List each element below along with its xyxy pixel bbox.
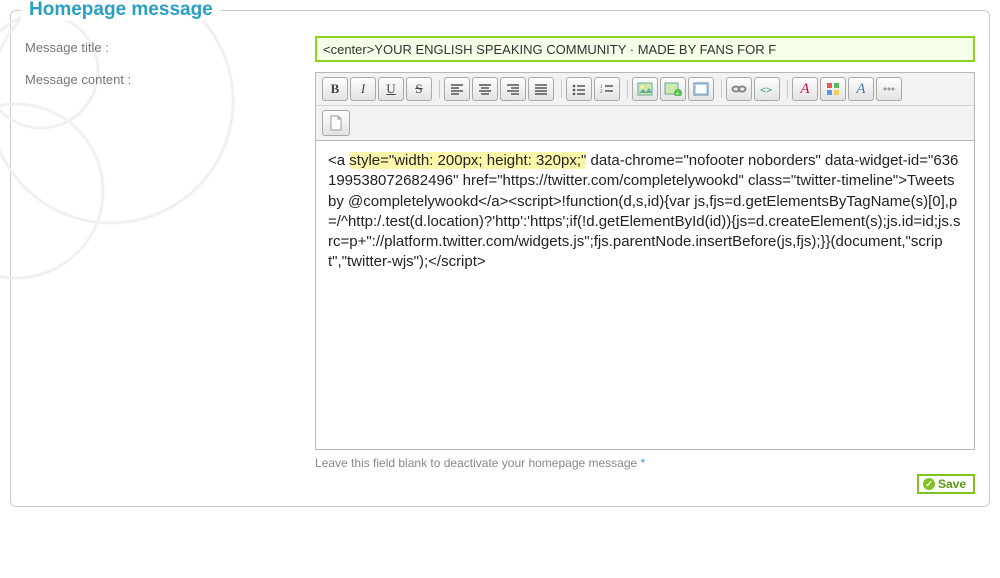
content-post: data-chrome="nofooter noborders" data-wi… <box>328 152 961 270</box>
underline-button[interactable]: U <box>378 77 404 101</box>
svg-text:2: 2 <box>600 90 603 95</box>
text-style-a-button[interactable]: A <box>792 77 818 101</box>
homepage-message-panel: Homepage message Message title : Message… <box>10 10 990 507</box>
bold-button[interactable]: B <box>322 77 348 101</box>
align-left-button[interactable] <box>444 77 470 101</box>
message-title-input[interactable] <box>315 36 975 62</box>
check-icon: ✓ <box>923 478 935 490</box>
ordered-list-button[interactable]: 12 <box>594 77 620 101</box>
align-center-button[interactable] <box>472 77 498 101</box>
editor-toolbar: B I U S <box>315 72 975 105</box>
svg-text:+: + <box>676 89 681 96</box>
label-title: Message title : <box>25 36 315 55</box>
editor-toolbar-secondary <box>315 105 975 140</box>
more-button[interactable] <box>876 77 902 101</box>
link-button[interactable] <box>726 77 752 101</box>
image-button[interactable] <box>632 77 658 101</box>
italic-button[interactable]: I <box>350 77 376 101</box>
save-button[interactable]: ✓ Save <box>917 474 975 494</box>
document-button[interactable] <box>322 110 350 136</box>
message-content-editor[interactable]: <a style="width: 200px; height: 320px;" … <box>315 140 975 450</box>
image-frame-button[interactable] <box>688 77 714 101</box>
text-style-b-button[interactable]: A <box>848 77 874 101</box>
content-highlight: style="width: 200px; height: 320px;" <box>349 152 586 169</box>
row-title: Message title : <box>25 36 975 62</box>
row-content: Message content : B I U S <box>25 68 975 494</box>
image-add-button[interactable]: + <box>660 77 686 101</box>
section-title: Homepage message <box>21 0 221 21</box>
content-pre: <a <box>328 152 349 169</box>
unordered-list-button[interactable] <box>566 77 592 101</box>
align-justify-button[interactable] <box>528 77 554 101</box>
align-right-button[interactable] <box>500 77 526 101</box>
strike-button[interactable]: S <box>406 77 432 101</box>
svg-text:<>: <> <box>760 85 772 95</box>
save-label: Save <box>938 477 966 491</box>
palette-button[interactable] <box>820 77 846 101</box>
hint-text: Leave this field blank to deactivate you… <box>315 456 975 470</box>
label-content: Message content : <box>25 68 315 87</box>
code-button[interactable]: <> <box>754 77 780 101</box>
